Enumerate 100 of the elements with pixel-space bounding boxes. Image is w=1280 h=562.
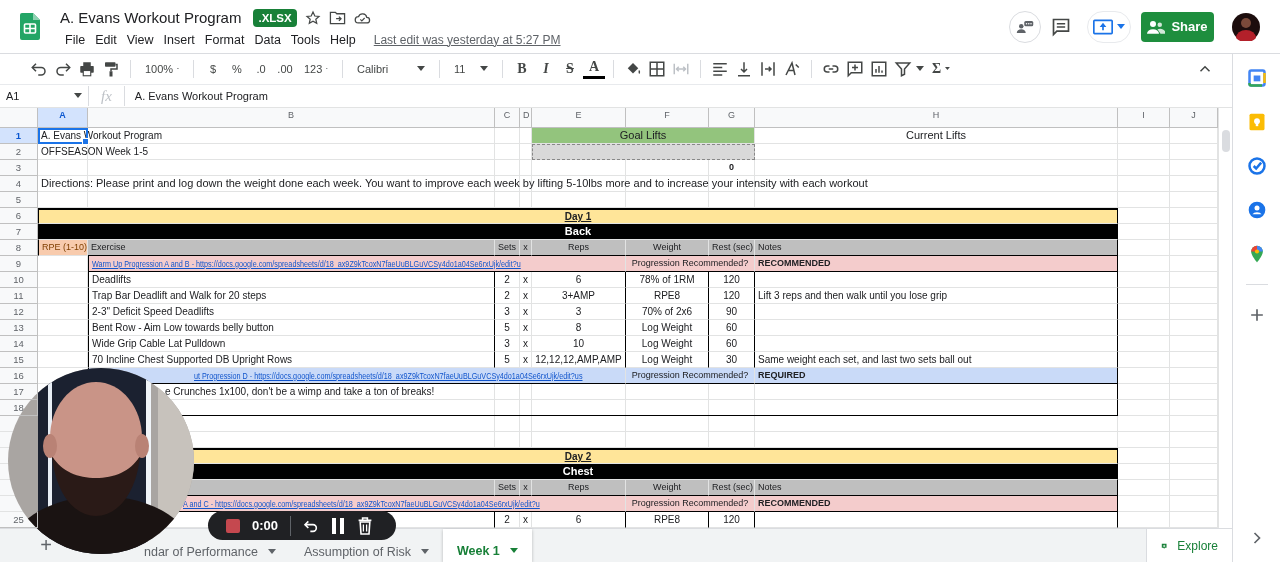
row-number[interactable]: 9 — [0, 255, 38, 272]
number-format-dropdown[interactable]: 123 — [298, 56, 334, 81]
caret-icon — [945, 66, 950, 72]
row-number[interactable]: 11 — [0, 287, 38, 304]
row-number[interactable]: 2 — [0, 143, 38, 160]
trash-icon[interactable] — [357, 516, 374, 535]
tasks-icon[interactable] — [1246, 156, 1267, 176]
strikethrough-button[interactable]: S — [559, 56, 581, 81]
table-cell: 70 Incline Chest Supported DB Upright Rows — [88, 351, 495, 368]
formula-label: fx — [89, 85, 125, 106]
menu-item[interactable]: Tools — [285, 30, 326, 49]
row-number[interactable]: 13 — [0, 319, 38, 336]
row-number[interactable]: 16 — [0, 367, 38, 384]
menu-item[interactable]: View — [121, 30, 159, 49]
column-letter[interactable]: D — [520, 107, 532, 128]
share-button[interactable]: Share — [1141, 11, 1214, 42]
last-edit-link[interactable]: Last edit was yesterday at 5:27 PM — [373, 32, 561, 47]
sheet-tab[interactable]: Assumption of Risk — [289, 541, 443, 562]
cell-name-box[interactable]: A1 — [0, 85, 89, 106]
people-icon — [1147, 19, 1166, 34]
comment-icon[interactable] — [1051, 16, 1071, 37]
add-sheet-button[interactable]: + — [35, 529, 57, 562]
present-icon — [1093, 18, 1113, 35]
menu-item[interactable]: Format — [199, 30, 250, 49]
table-cell-text: OFFSEASON Week 1-5 — [40, 144, 150, 159]
table-cell: 78% of 1RM — [626, 271, 709, 288]
table-cell: 70% of 2x6 — [626, 303, 709, 320]
table-cell: 5 — [495, 319, 520, 336]
row-number[interactable]: 3 — [0, 159, 38, 176]
table-cell: 2-3" Deficit Speed Deadlifts — [88, 303, 495, 320]
table-cell: x — [520, 319, 532, 336]
column-letter[interactable]: C — [495, 107, 520, 128]
column-letter[interactable]: A — [38, 107, 88, 128]
column-letter[interactable]: H — [755, 107, 1118, 128]
column-letter[interactable]: E — [532, 107, 626, 128]
table-cell: 3 — [495, 335, 520, 352]
column-letter[interactable]: J — [1170, 107, 1218, 128]
menu-item[interactable]: Data — [249, 30, 286, 49]
column-letter[interactable]: G — [709, 107, 755, 128]
table-cell: RPE8 — [626, 511, 709, 528]
link[interactable]: ut Progression D - https://docs.google.com/spreadsheets/d/18_ax9Z9kTcoxN7faeUuBLGuVCSy4do1a04Se6rxUjk/edit?us — [194, 367, 583, 383]
font-size-dropdown[interactable]: 11 — [448, 56, 494, 81]
calendar-icon[interactable] — [1246, 68, 1267, 88]
row-number[interactable]: 10 — [0, 271, 38, 288]
table-cell: 8 — [532, 319, 626, 336]
table-cell: 90 — [709, 303, 755, 320]
menu-item[interactable]: File — [60, 30, 91, 49]
font-dropdown[interactable]: Calibri — [351, 56, 431, 81]
sheet-tab[interactable]: ndar of Performance — [130, 541, 290, 562]
table-cell: Lift 3 reps and then walk until you lose grip — [755, 287, 1118, 304]
functions-button[interactable]: Σ — [926, 56, 956, 81]
column-letter[interactable]: I — [1118, 107, 1170, 128]
increase-decimal-button[interactable]: .00 — [274, 56, 296, 81]
stop-icon[interactable] — [226, 518, 240, 533]
caret-icon — [267, 549, 276, 554]
table-cell: 30 — [709, 351, 755, 368]
vertical-scrollbar[interactable] — [1218, 107, 1232, 528]
bold-button[interactable]: B — [511, 56, 533, 81]
table-cell: 3 — [495, 303, 520, 320]
link[interactable]: Warm Up Progression A and B - https://docs.google.com/spreadsheets/d/18_ax9Z9kTcoxN7faeUuBLGuVCSy4do1a04Se6rxUjk/edit?u — [92, 255, 521, 271]
row-number[interactable]: 14 — [0, 335, 38, 352]
pause-icon[interactable] — [331, 517, 346, 534]
table-cell: Log Weight — [626, 335, 709, 352]
table-cell: 2 — [495, 271, 520, 288]
table-cell: 3 — [532, 303, 626, 320]
row-number[interactable]: 15 — [0, 351, 38, 368]
caret-icon — [417, 66, 425, 72]
folder-icon[interactable] — [328, 9, 346, 26]
link[interactable]: A and C - https://docs.google.com/spreadsheets/d/18_ax9Z9kTcoxN7faeUuBLGuVCSy4do1a04Se6rxUjk/edit?u — [183, 495, 540, 511]
sheet-tab[interactable]: Week 1 — [442, 529, 532, 562]
menu-item[interactable]: Edit — [90, 30, 122, 49]
row-number[interactable]: 5 — [0, 191, 38, 208]
column-letter[interactable]: B — [88, 107, 495, 128]
caret-icon — [74, 93, 82, 99]
table-cell-text: Directions: Please print and log down the weight done each week. You want to improve each week by lifting 5-10lbs more and to increase your intensity with each workout — [40, 175, 869, 191]
column-letter[interactable]: F — [626, 107, 709, 128]
caret-icon — [916, 66, 924, 72]
chat-person-icon — [1016, 19, 1034, 34]
table-cell: Bent Row - Aim Low towards belly button — [88, 319, 495, 336]
formula-field[interactable]: A. Evans Workout Program — [124, 89, 268, 102]
explore-button[interactable]: Explore — [1146, 529, 1232, 562]
sheets-logo-icon[interactable] — [20, 13, 40, 40]
italic-button[interactable]: I — [535, 56, 557, 81]
table-cell: 60 — [709, 335, 755, 352]
currency-button[interactable]: $ — [202, 56, 224, 81]
zoom-dropdown[interactable]: 100% — [139, 56, 185, 81]
document-title[interactable]: A. Evans Workout Program — [60, 9, 242, 26]
percent-button[interactable]: % — [226, 56, 248, 81]
contacts-icon[interactable] — [1246, 200, 1267, 220]
star-icon[interactable] — [304, 9, 321, 26]
decrease-decimal-button[interactable]: .0 — [250, 56, 272, 81]
table-cell: 3+AMP — [532, 287, 626, 304]
avatar-icon[interactable] — [1232, 12, 1260, 41]
menu-item[interactable]: Help — [325, 30, 361, 49]
menu-item[interactable]: Insert — [158, 30, 200, 49]
row-number[interactable]: 12 — [0, 303, 38, 320]
text-color-button[interactable]: A — [583, 58, 605, 79]
scrollbar-thumb[interactable] — [1222, 129, 1230, 152]
row-number[interactable]: 4 — [0, 175, 38, 192]
caret-icon — [420, 549, 429, 554]
